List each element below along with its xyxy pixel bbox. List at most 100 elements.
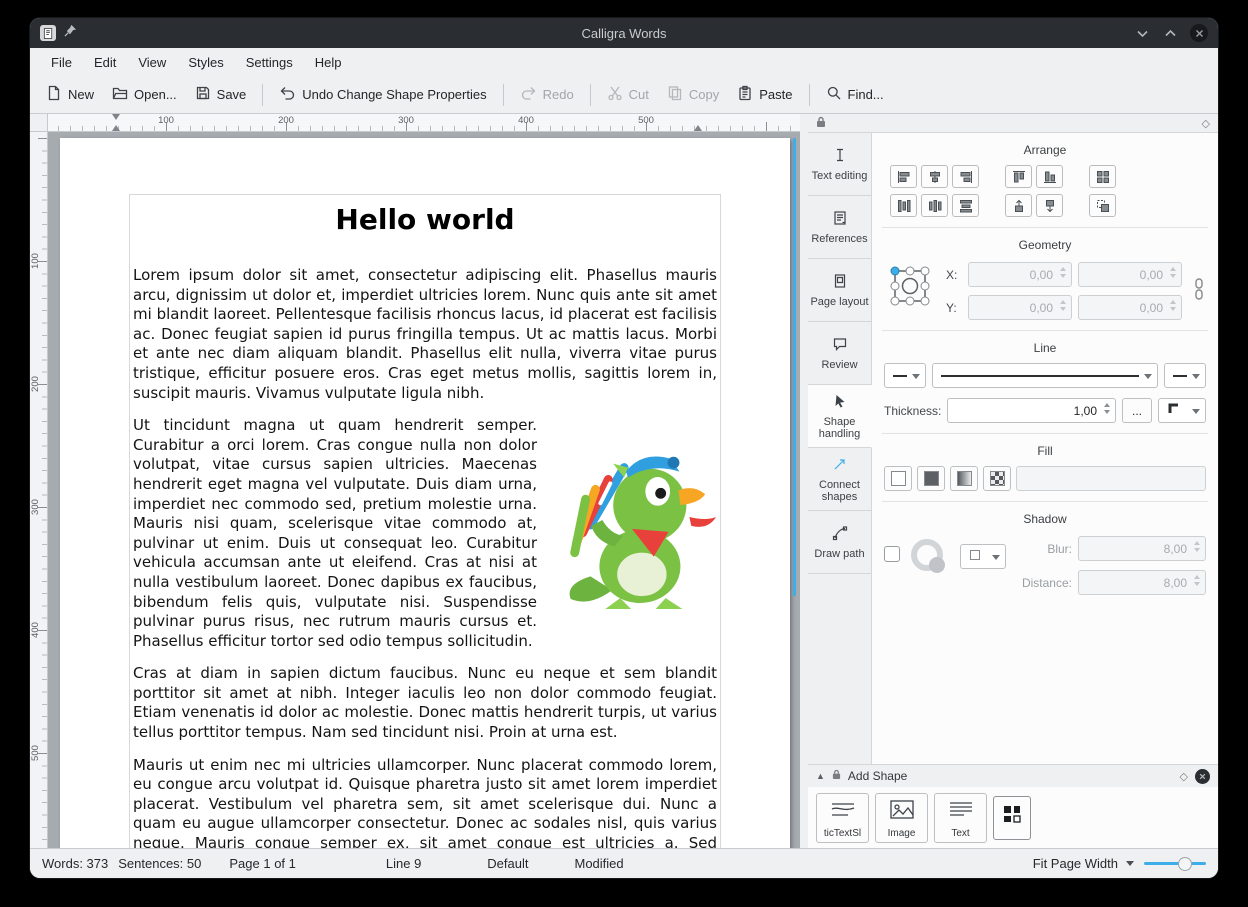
redo-button[interactable]: Redo bbox=[512, 80, 582, 109]
shadow-enable-checkbox[interactable] bbox=[884, 546, 900, 562]
lower-shape-button[interactable] bbox=[1036, 194, 1063, 217]
titlebar[interactable]: Calligra Words bbox=[30, 18, 1218, 48]
anchor-selector-widget[interactable] bbox=[884, 260, 936, 317]
copy-button[interactable]: Copy bbox=[659, 80, 727, 109]
paragraph[interactable]: Cras at diam in sapien dictum faucibus. … bbox=[133, 664, 717, 742]
horizontal-ruler[interactable]: 100 200 300 400 500 bbox=[48, 114, 800, 132]
tab-review[interactable]: Review bbox=[808, 322, 871, 385]
maximize-icon[interactable] bbox=[1162, 25, 1178, 41]
align-top-button[interactable] bbox=[1005, 165, 1032, 188]
shadow-color-dropdown[interactable] bbox=[960, 544, 1006, 569]
shape-text-button[interactable]: Text bbox=[934, 793, 987, 843]
find-button[interactable]: Find... bbox=[818, 80, 892, 109]
lock-icon[interactable] bbox=[832, 769, 841, 783]
fill-pattern-button[interactable] bbox=[983, 466, 1011, 491]
collapse-icon[interactable]: ▲ bbox=[816, 771, 825, 781]
paragraph[interactable]: Lorem ipsum dolor sit amet, consectetur … bbox=[133, 266, 717, 403]
shape-image-button[interactable]: Image bbox=[875, 793, 928, 843]
page-indicator[interactable]: Page 1 of 1 bbox=[229, 856, 296, 871]
paragraph[interactable]: Mauris ut enim nec mi ultricies ullamcor… bbox=[133, 756, 717, 848]
float-docker-icon[interactable]: ◇ bbox=[1180, 770, 1188, 783]
tab-text-editing[interactable]: Text editing bbox=[808, 133, 871, 196]
fill-gradient-button[interactable] bbox=[950, 466, 978, 491]
spin-arrows[interactable] bbox=[1194, 575, 1200, 586]
distribute-right-button[interactable] bbox=[952, 194, 979, 217]
spin-arrows[interactable] bbox=[1170, 267, 1176, 278]
close-docker-icon[interactable] bbox=[1195, 769, 1210, 784]
align-center-horizontal-button[interactable] bbox=[921, 165, 948, 188]
undo-button[interactable]: Undo Change Shape Properties bbox=[271, 80, 494, 109]
menu-view[interactable]: View bbox=[127, 51, 177, 74]
zoom-slider-track[interactable] bbox=[1144, 862, 1206, 865]
group-shapes-button[interactable] bbox=[1089, 194, 1116, 217]
spin-arrows[interactable] bbox=[1060, 267, 1066, 278]
add-shape-header[interactable]: ▲ Add Shape ◇ bbox=[808, 765, 1218, 787]
line-end-style-dropdown[interactable] bbox=[1164, 363, 1206, 388]
new-button[interactable]: New bbox=[38, 80, 102, 109]
spin-arrows[interactable] bbox=[1170, 300, 1176, 311]
pin-icon[interactable] bbox=[64, 24, 77, 42]
document-page[interactable]: Hello world Lorem ipsum dolor sit amet, … bbox=[60, 138, 790, 848]
fill-none-button[interactable] bbox=[884, 466, 912, 491]
open-button[interactable]: Open... bbox=[104, 80, 185, 109]
thickness-field[interactable]: 1,00 bbox=[947, 398, 1116, 423]
vertical-scrollbar[interactable] bbox=[793, 138, 796, 596]
paragraph-with-image[interactable]: Ut tincidunt magna ut quam hendrerit sem… bbox=[133, 416, 717, 651]
close-icon[interactable] bbox=[1190, 24, 1208, 42]
cut-button[interactable]: Cut bbox=[599, 80, 657, 109]
save-button[interactable]: Save bbox=[187, 80, 255, 109]
width-field[interactable]: 0,00 bbox=[1078, 262, 1182, 287]
menu-help[interactable]: Help bbox=[304, 51, 353, 74]
distribute-center-button[interactable] bbox=[921, 194, 948, 217]
raise-shape-button[interactable] bbox=[1005, 194, 1032, 217]
snap-grid-button[interactable] bbox=[1089, 165, 1116, 188]
fill-solid-button[interactable] bbox=[917, 466, 945, 491]
shadow-distance-field[interactable]: 8,00 bbox=[1078, 570, 1206, 595]
indent-marker-left[interactable] bbox=[112, 125, 120, 131]
shadow-blur-field[interactable]: 8,00 bbox=[1078, 536, 1206, 561]
menu-edit[interactable]: Edit bbox=[83, 51, 127, 74]
align-bottom-button[interactable] bbox=[1036, 165, 1063, 188]
style-indicator[interactable]: Default bbox=[487, 856, 528, 871]
minimize-icon[interactable] bbox=[1134, 25, 1150, 41]
indent-marker-first-line[interactable] bbox=[112, 114, 120, 120]
fill-opacity-slider[interactable] bbox=[1016, 466, 1206, 491]
shape-artistic-text-button[interactable]: ticTextSl bbox=[816, 793, 869, 843]
line-more-options-button[interactable]: ... bbox=[1122, 398, 1152, 423]
tab-draw-path[interactable]: Draw path bbox=[808, 511, 871, 574]
mascot-illustration[interactable] bbox=[549, 426, 717, 614]
tab-connect-shapes[interactable]: Connect shapes bbox=[808, 448, 871, 511]
line-style-dropdown[interactable] bbox=[932, 363, 1158, 388]
spin-arrows[interactable] bbox=[1194, 541, 1200, 552]
main-text-frame[interactable]: Hello world Lorem ipsum dolor sit amet, … bbox=[129, 194, 721, 848]
distribute-left-button[interactable] bbox=[890, 194, 917, 217]
spin-arrows[interactable] bbox=[1060, 300, 1066, 311]
menu-styles[interactable]: Styles bbox=[177, 51, 234, 74]
y-position-field[interactable]: 0,00 bbox=[968, 295, 1072, 320]
zoom-mode-dropdown[interactable]: Fit Page Width bbox=[1033, 856, 1134, 871]
indent-marker-right[interactable] bbox=[694, 125, 702, 131]
float-docker-icon[interactable]: ◇ bbox=[1202, 117, 1210, 130]
align-left-button[interactable] bbox=[890, 165, 917, 188]
menu-settings[interactable]: Settings bbox=[235, 51, 304, 74]
line-cap-style-dropdown[interactable] bbox=[1158, 398, 1206, 423]
paste-button[interactable]: Paste bbox=[729, 80, 800, 109]
vertical-ruler[interactable]: 100 200 300 400 500 bbox=[30, 132, 48, 848]
document-heading[interactable]: Hello world bbox=[133, 203, 717, 236]
menu-file[interactable]: File bbox=[40, 51, 83, 74]
x-position-field[interactable]: 0,00 bbox=[968, 262, 1072, 287]
document-canvas[interactable]: 100 200 300 400 500 Hello world Lorem ip… bbox=[30, 132, 800, 848]
height-field[interactable]: 0,00 bbox=[1078, 295, 1182, 320]
align-right-button[interactable] bbox=[952, 165, 979, 188]
line-start-style-dropdown[interactable] bbox=[884, 363, 926, 388]
aspect-ratio-link-icon[interactable] bbox=[1192, 260, 1206, 300]
tab-page-layout[interactable]: Page layout bbox=[808, 259, 871, 322]
zoom-slider-handle[interactable] bbox=[1178, 857, 1192, 871]
lock-icon[interactable] bbox=[816, 116, 826, 131]
shadow-angle-widget[interactable] bbox=[908, 536, 952, 585]
spin-arrows[interactable] bbox=[1104, 403, 1110, 414]
tab-shape-handling[interactable]: Shape handling bbox=[808, 385, 872, 448]
dock-header[interactable]: ◇ bbox=[808, 114, 1218, 132]
tab-references[interactable]: References bbox=[808, 196, 871, 259]
zoom-slider[interactable] bbox=[1144, 857, 1206, 871]
